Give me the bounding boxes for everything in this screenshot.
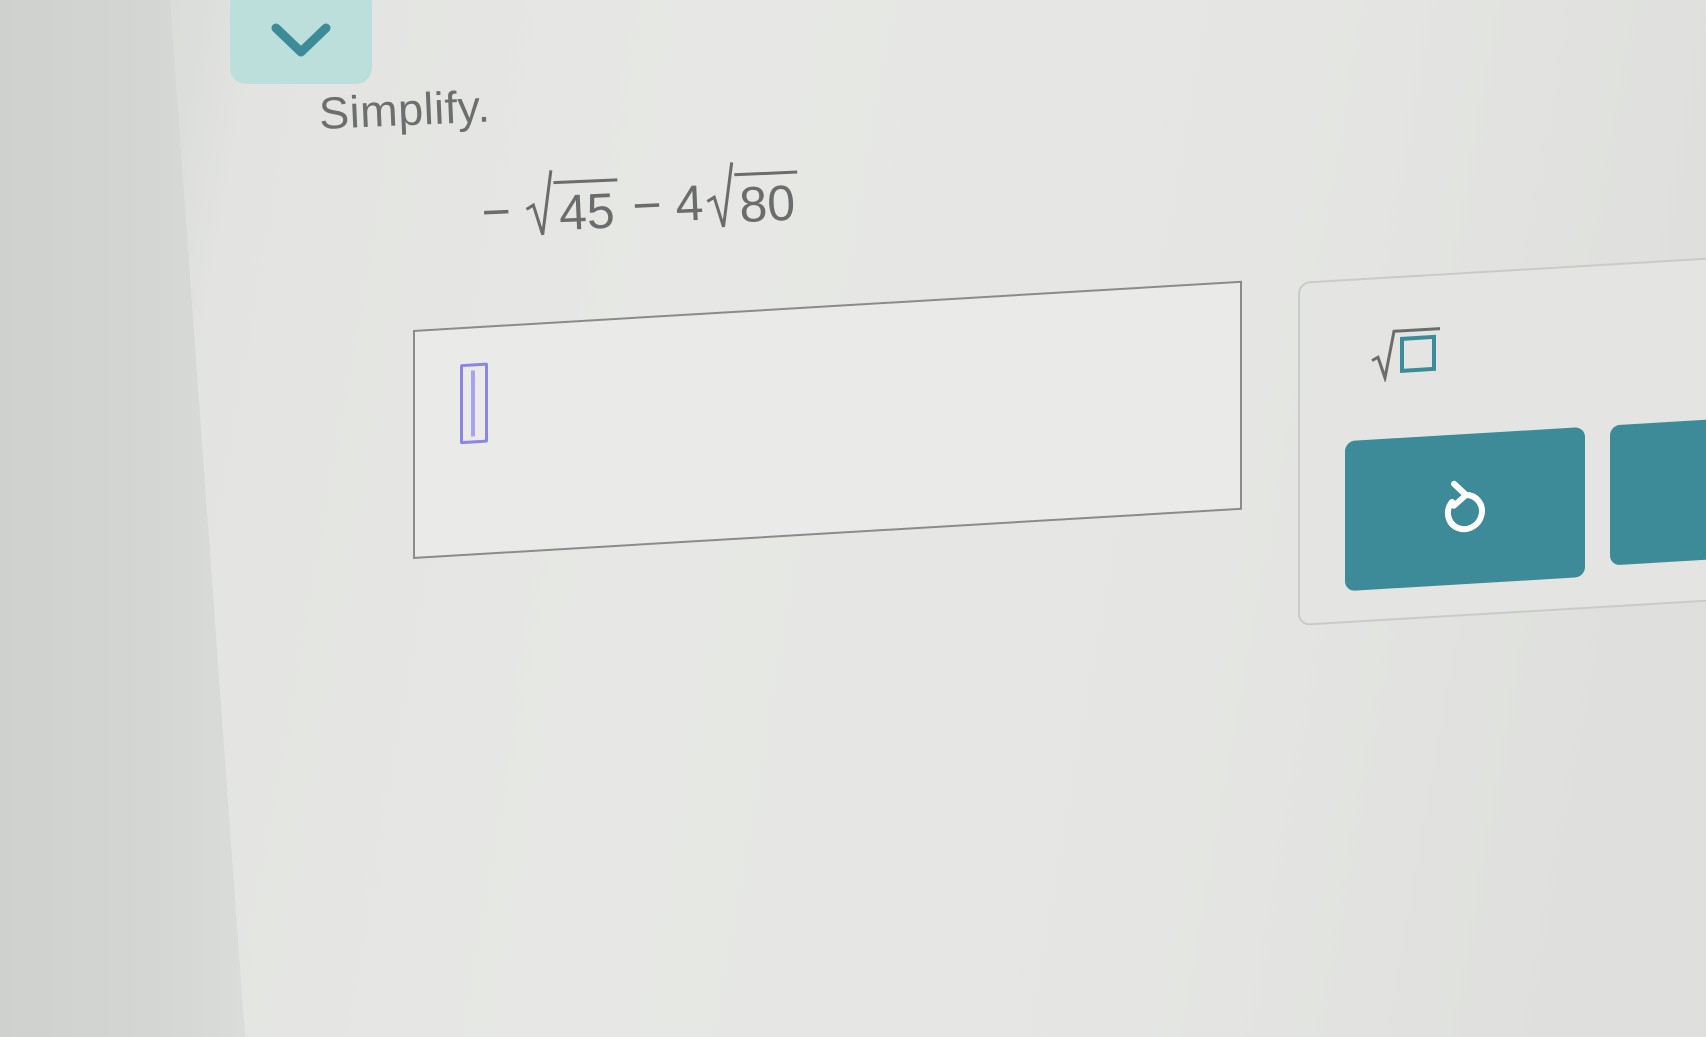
coefficient-2: 4: [674, 174, 705, 232]
radical-sign-icon: [706, 162, 734, 228]
screen: Simplify. − 45 − 4 80: [0, 0, 1706, 1037]
input-cursor-placeholder[interactable]: [460, 362, 488, 445]
radical-term-2: 80: [703, 158, 801, 233]
collapse-toggle-button[interactable]: [230, 0, 372, 84]
question-instruction: Simplify.: [318, 80, 492, 139]
answer-input[interactable]: [413, 280, 1242, 559]
chevron-down-icon: [271, 23, 331, 57]
radicand-2: 80: [734, 170, 801, 233]
radical-term-1: 45: [523, 165, 620, 241]
sqrt-template-icon: [1371, 327, 1440, 383]
radical-sign-icon: [525, 170, 553, 236]
leading-minus-sign: −: [480, 183, 513, 241]
math-keypad: [1298, 250, 1706, 627]
radicand-1: 45: [553, 178, 620, 241]
subtraction-operator: −: [631, 176, 663, 234]
undo-button[interactable]: [1345, 426, 1585, 592]
screen-bezel: [0, 0, 245, 1037]
square-root-button[interactable]: [1360, 315, 1450, 390]
math-expression: − 45 − 4 80: [465, 138, 801, 242]
keypad-extra-button[interactable]: [1610, 413, 1706, 566]
undo-icon: [1445, 480, 1485, 533]
